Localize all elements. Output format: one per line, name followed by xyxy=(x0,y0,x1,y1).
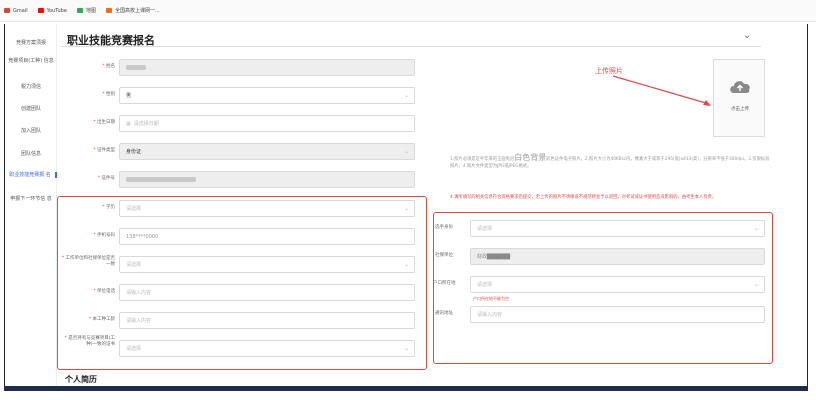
unit-phone-label: * 单位电话 xyxy=(93,289,115,294)
name-field xyxy=(119,59,415,76)
sidebar-item-plan[interactable]: 竞赛方案须报 xyxy=(5,40,57,46)
address-label: 通讯地址 xyxy=(435,311,453,316)
chevron-down-icon: ⌄ xyxy=(403,205,409,212)
chevron-down-icon: ⌄ xyxy=(403,345,409,352)
id-type-select: 身份证 ⌄ xyxy=(119,143,415,160)
gmail-icon xyxy=(4,8,10,13)
gender-select[interactable]: 男 ⌄ xyxy=(119,87,415,104)
maps-icon xyxy=(76,8,83,13)
annotation-arrow xyxy=(612,75,711,106)
sidebar-item-registration[interactable]: 职业技能竞赛报 名 xyxy=(5,172,57,178)
hukou-select[interactable]: 请选择 ⌄ xyxy=(470,276,765,293)
taskbar xyxy=(4,386,808,391)
bookmarks-bar: Gmail YouTube 地图 全国高校上课网一... xyxy=(0,0,816,22)
work-unit-select[interactable]: 请选择 ⌄ xyxy=(119,256,415,273)
identity-label: 选手身份 xyxy=(435,225,453,230)
education-label: * 学历 xyxy=(102,205,115,210)
calendar-icon: ▦ xyxy=(126,120,131,127)
phone-field[interactable]: 138****0000 xyxy=(119,228,415,245)
gender-label: * 性别 xyxy=(102,92,115,97)
identity-select[interactable]: 请选择 ⌄ xyxy=(470,220,765,237)
sidebar-item-create-team[interactable]: 创建团队 xyxy=(5,106,57,112)
bookmark-maps[interactable]: 地图 xyxy=(76,7,96,14)
bookmark-gmail[interactable]: Gmail xyxy=(4,8,28,14)
sidebar: 竞赛方案须报 竞赛项目(工种) 信息 税力须信 创建团队 加入团队 团队信息 职… xyxy=(5,24,57,389)
chevron-down-icon: ⌄ xyxy=(403,148,409,155)
work-unit-label: * 工作单位和社保单位是否一致 xyxy=(61,256,115,267)
resume-section-title: 个人简历 xyxy=(65,375,97,384)
cert-match-label: * 是否持有与竞赛项目(工种)一致的证书 xyxy=(64,336,115,347)
cloud-upload-icon xyxy=(730,81,750,93)
name-label: * 姓名 xyxy=(102,64,115,69)
chevron-down-icon[interactable]: ⌄ xyxy=(743,30,751,41)
birth-label: * 出生日期 xyxy=(93,120,115,125)
cert-match-select[interactable]: 请选择 ⌄ xyxy=(119,340,415,357)
chevron-down-icon: ⌄ xyxy=(403,92,409,99)
upload-button-label: 点击上传 xyxy=(731,107,749,112)
sidebar-item-tax[interactable]: 税力须信 xyxy=(5,84,57,90)
id-number-field xyxy=(119,171,415,188)
work-years-label: * 本工种工龄 xyxy=(88,317,115,322)
hukou-label: 户口所在地 xyxy=(433,281,456,286)
warning-text: 4.请所填写的相关信息符合资格要求后提交，若上传的照片不清晰或不规范将会予以退回… xyxy=(450,195,717,200)
social-unit-label: 社保单位 xyxy=(435,253,453,258)
chevron-down-icon: ⌄ xyxy=(403,261,409,268)
education-select[interactable]: 请选择 ⌄ xyxy=(119,200,415,217)
sidebar-item-next-step[interactable]: 申报下一环节信 息 xyxy=(5,196,57,202)
bookmark-youtube[interactable]: YouTube xyxy=(37,8,67,14)
photo-hint: 1.照片必须是近半年来的正面免冠白色背景彩色证件电子照片。2.照片大小为40KB… xyxy=(450,153,770,170)
title-divider xyxy=(61,46,761,47)
chevron-down-icon: ⌄ xyxy=(753,281,759,288)
unit-phone-field[interactable]: 请输入内容 xyxy=(119,284,415,301)
address-field[interactable]: 请输入内容 xyxy=(470,306,765,323)
birth-date-picker[interactable]: ▦ 请选择日期 xyxy=(119,115,415,132)
site-icon xyxy=(105,8,112,13)
sidebar-item-team-info[interactable]: 团队信息 xyxy=(5,151,57,157)
app-frame: 竞赛方案须报 竞赛项目(工种) 信息 税力须信 创建团队 加入团队 团队信息 职… xyxy=(4,24,808,390)
photo-upload[interactable]: 点击上传 xyxy=(713,59,765,137)
id-type-label: * 证件类型 xyxy=(93,148,115,153)
id-number-label: * 证件号 xyxy=(97,176,115,181)
sidebar-item-project-info[interactable]: 竞赛项目(工种) 信息 xyxy=(5,58,57,64)
social-unit-field: 财政██████ xyxy=(470,248,765,265)
bookmark-course-site[interactable]: 全国高校上课网一... xyxy=(105,7,160,14)
chevron-down-icon: ⌄ xyxy=(753,225,759,232)
phone-label: * 手机号码 xyxy=(93,233,115,238)
sidebar-item-join-team[interactable]: 加入团队 xyxy=(5,128,57,134)
youtube-icon xyxy=(37,8,44,13)
hukou-error: 户口所在地不能为空 xyxy=(473,296,509,301)
work-years-field[interactable]: 请输入内容 xyxy=(119,312,415,329)
